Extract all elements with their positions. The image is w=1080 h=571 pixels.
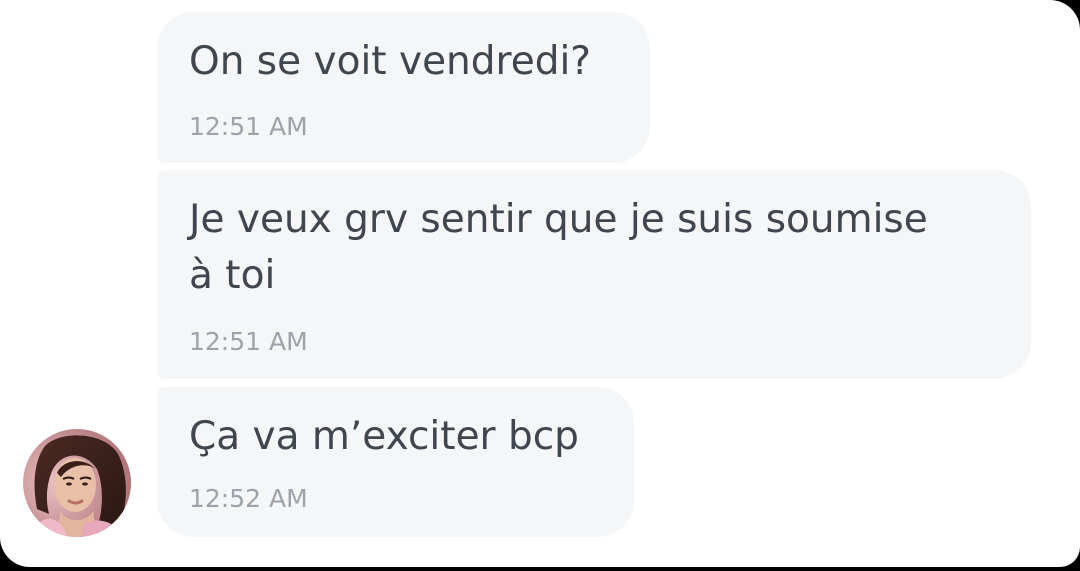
message-timestamp: 12:51 AM bbox=[189, 327, 308, 356]
screen-bottom-edge bbox=[0, 567, 1080, 571]
message-bubble[interactable]: On se voit vendredi? 12:51 AM bbox=[157, 12, 650, 163]
avatar[interactable] bbox=[23, 429, 131, 537]
message-timestamp: 12:51 AM bbox=[189, 112, 308, 141]
contact-avatar-icon bbox=[23, 429, 131, 537]
message-bubble[interactable]: Ça va m’exciter bcp 12:52 AM bbox=[157, 387, 634, 537]
message-text: On se voit vendredi? bbox=[189, 39, 591, 84]
message-timestamp: 12:52 AM bbox=[189, 484, 308, 513]
message-bubble[interactable]: Je veux grv sentir que je suis soumise à… bbox=[157, 170, 1031, 379]
message-text: Je veux grv sentir que je suis soumise à… bbox=[189, 197, 928, 298]
message-text: Ça va m’exciter bcp bbox=[189, 414, 579, 459]
chat-panel: On se voit vendredi? 12:51 AM Je veux gr… bbox=[0, 0, 1080, 567]
